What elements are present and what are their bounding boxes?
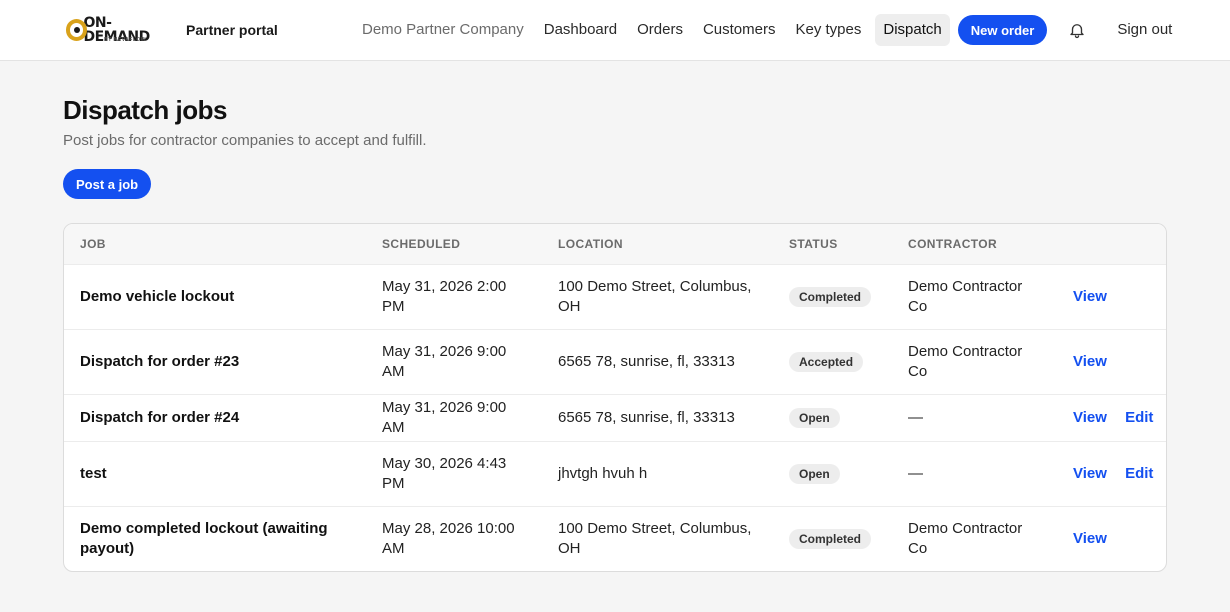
row-actions: View bbox=[1057, 328, 1166, 394]
job-location: 100 Demo Street, Columbus, OH bbox=[542, 263, 773, 329]
status-badge: Open bbox=[789, 463, 840, 484]
edit-link[interactable]: Edit bbox=[1125, 409, 1153, 426]
notifications-button[interactable] bbox=[1067, 20, 1087, 40]
edit-link[interactable]: Edit bbox=[1125, 465, 1153, 482]
scheduled-time: May 28, 2026 10:00 AM bbox=[366, 505, 542, 571]
row-actions: View bbox=[1057, 505, 1166, 571]
page-title: Dispatch jobs bbox=[63, 95, 227, 125]
row-actions: View bbox=[1057, 263, 1166, 329]
logo-subtext: BY NEVAFLOW bbox=[104, 37, 146, 43]
nav-customers[interactable]: Customers bbox=[693, 14, 786, 46]
portal-label: Partner portal bbox=[186, 22, 278, 38]
job-location: jhvtgh hvuh h bbox=[542, 440, 773, 506]
job-location: 6565 78, sunrise, fl, 33313 bbox=[542, 393, 773, 441]
scheduled-time: May 31, 2026 2:00 PM bbox=[366, 263, 542, 329]
contractor-name: — bbox=[892, 393, 1057, 441]
view-link[interactable]: View bbox=[1073, 409, 1107, 426]
top-bar: ON-DEMAND BY NEVAFLOW Partner portal Dem… bbox=[0, 0, 1230, 61]
view-link[interactable]: View bbox=[1073, 465, 1107, 482]
status-cell: Completed bbox=[773, 505, 892, 571]
job-title: Dispatch for order #24 bbox=[64, 393, 366, 441]
view-link[interactable]: View bbox=[1073, 353, 1107, 370]
column-header-actions bbox=[1057, 224, 1166, 264]
job-title: test bbox=[64, 440, 366, 506]
table-row[interactable]: Demo completed lockout (awaiting payout)… bbox=[64, 505, 1166, 571]
column-header-status: STATUS bbox=[789, 236, 838, 251]
nav-orders[interactable]: Orders bbox=[627, 14, 693, 46]
sign-out-link[interactable]: Sign out bbox=[1107, 14, 1182, 46]
contractor-name: — bbox=[892, 440, 1057, 506]
column-header-location: LOCATION bbox=[558, 236, 623, 251]
column-header-scheduled: SCHEDULED bbox=[382, 236, 461, 251]
nav-dispatch[interactable]: Dispatch bbox=[875, 14, 950, 46]
table-header-row: JOB SCHEDULED LOCATION STATUS CONTRACTOR bbox=[64, 224, 1166, 264]
scheduled-time: May 30, 2026 4:43 PM bbox=[366, 440, 542, 506]
main-nav: Demo Partner Company Dashboard Orders Cu… bbox=[352, 14, 1182, 46]
status-cell: Accepted bbox=[773, 328, 892, 394]
contractor-name: Demo Contractor Co bbox=[892, 505, 1057, 571]
job-title: Demo vehicle lockout bbox=[64, 263, 366, 329]
job-title: Demo completed lockout (awaiting payout) bbox=[64, 505, 366, 571]
job-location: 100 Demo Street, Columbus, OH bbox=[542, 505, 773, 571]
job-location: 6565 78, sunrise, fl, 33313 bbox=[542, 328, 773, 394]
dispatch-jobs-table: JOB SCHEDULED LOCATION STATUS CONTRACTOR… bbox=[63, 223, 1167, 572]
status-cell: Completed bbox=[773, 263, 892, 329]
table-row[interactable]: Demo vehicle lockout May 31, 2026 2:00 P… bbox=[64, 263, 1166, 329]
brand[interactable]: ON-DEMAND BY NEVAFLOW Partner portal bbox=[66, 16, 278, 44]
table-row[interactable]: Dispatch for order #23 May 31, 2026 9:00… bbox=[64, 328, 1166, 394]
company-switcher[interactable]: Demo Partner Company bbox=[352, 14, 534, 46]
table-row[interactable]: Dispatch for order #24 May 31, 2026 9:00… bbox=[64, 393, 1166, 441]
status-badge: Open bbox=[789, 407, 840, 428]
status-cell: Open bbox=[773, 440, 892, 506]
table-row[interactable]: test May 30, 2026 4:43 PM jhvtgh hvuh h … bbox=[64, 440, 1166, 506]
bell-icon bbox=[1070, 24, 1084, 39]
view-link[interactable]: View bbox=[1073, 288, 1107, 305]
job-title: Dispatch for order #23 bbox=[64, 328, 366, 394]
status-badge: Completed bbox=[789, 528, 872, 549]
status-badge: Accepted bbox=[789, 351, 864, 372]
company-logo[interactable]: ON-DEMAND BY NEVAFLOW bbox=[66, 16, 174, 44]
status-badge: Completed bbox=[789, 286, 872, 307]
main-content: Dispatch jobs Post jobs for contractor c… bbox=[63, 61, 1167, 572]
column-header-job: JOB bbox=[80, 236, 106, 251]
row-actions: View Edit bbox=[1057, 440, 1166, 506]
page-subtitle: Post jobs for contractor companies to ac… bbox=[63, 132, 427, 149]
scheduled-time: May 31, 2026 9:00 AM bbox=[366, 393, 542, 441]
view-link[interactable]: View bbox=[1073, 530, 1107, 547]
row-actions: View Edit bbox=[1057, 393, 1166, 441]
scheduled-time: May 31, 2026 9:00 AM bbox=[366, 328, 542, 394]
new-order-button[interactable]: New order bbox=[957, 15, 1048, 45]
jobs-table: JOB SCHEDULED LOCATION STATUS CONTRACTOR… bbox=[64, 224, 1166, 571]
post-job-button[interactable]: Post a job bbox=[63, 169, 152, 199]
status-cell: Open bbox=[773, 393, 892, 441]
column-header-contractor: CONTRACTOR bbox=[908, 236, 998, 251]
contractor-name: Demo Contractor Co bbox=[892, 328, 1057, 394]
contractor-name: Demo Contractor Co bbox=[892, 263, 1057, 329]
nav-key-types[interactable]: Key types bbox=[786, 14, 872, 46]
nav-dashboard[interactable]: Dashboard bbox=[534, 14, 627, 46]
